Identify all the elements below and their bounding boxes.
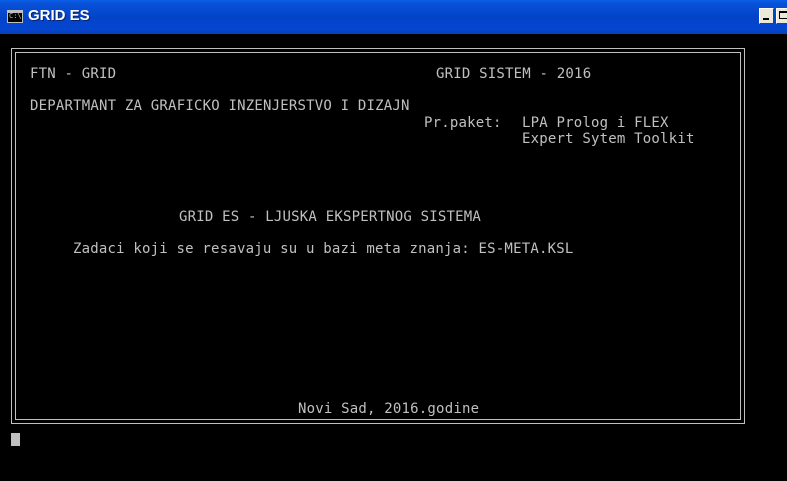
title-bar[interactable]: C:\ GRID ES [0, 0, 787, 34]
package-line-1: LPA Prolog i FLEX [522, 115, 669, 131]
maximize-icon [779, 11, 787, 19]
package-label: Pr.paket: [424, 115, 502, 131]
package-line-2: Expert Sytem Toolkit [522, 131, 695, 147]
console-icon[interactable]: C:\ [7, 10, 23, 23]
window-title: GRID ES [28, 7, 90, 24]
minimize-button[interactable] [759, 8, 774, 24]
minimize-icon [763, 18, 769, 20]
maximize-button[interactable] [776, 8, 787, 24]
system-label: GRID SISTEM - 2016 [436, 66, 592, 82]
footer-text: Novi Sad, 2016.godine [298, 401, 480, 417]
console-area[interactable]: FTN - GRID GRID SISTEM - 2016 DEPARTMANT… [0, 34, 787, 481]
text-cursor [11, 433, 20, 446]
org-label: FTN - GRID [30, 66, 117, 82]
department-label: DEPARTMANT ZA GRAFICKO INZENJERSTVO I DI… [30, 98, 410, 114]
description-text: Zadaci koji se resavaju su u bazi meta z… [73, 241, 574, 257]
heading-text: GRID ES - LJUSKA EKSPERTNOG SISTEMA [179, 209, 482, 225]
